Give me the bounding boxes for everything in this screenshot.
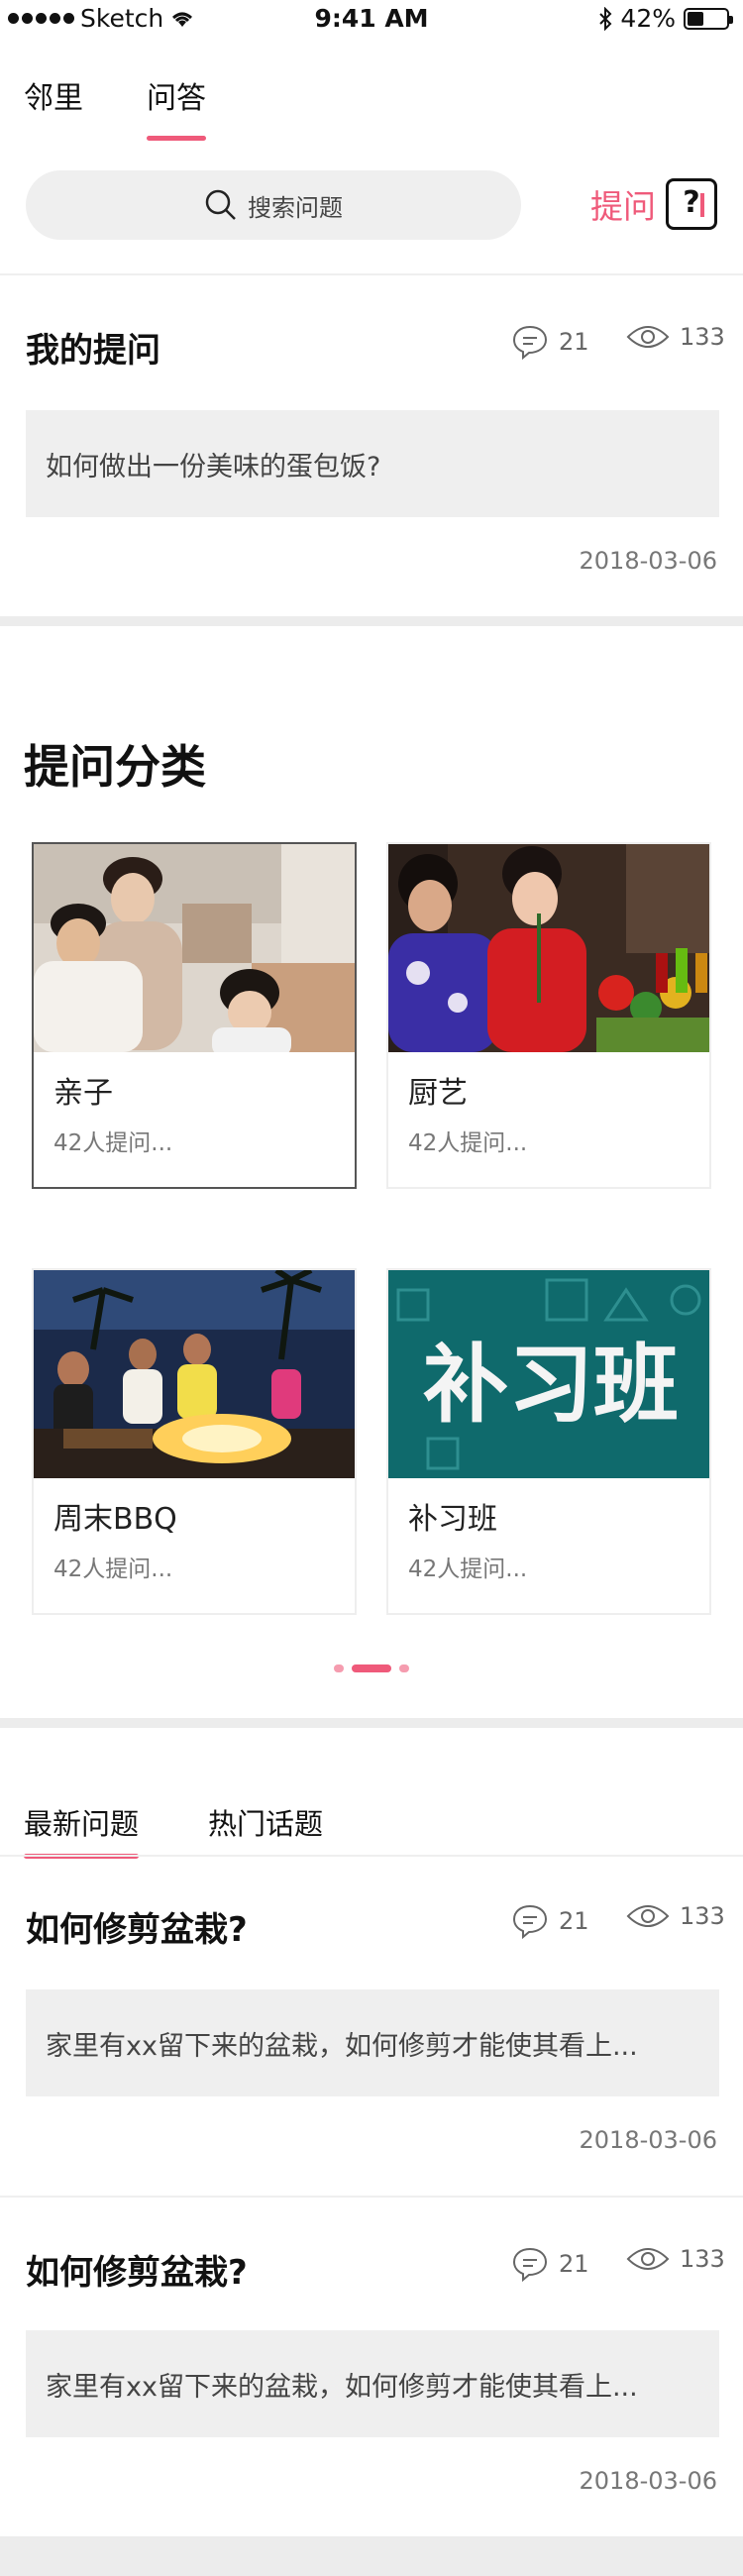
tutoring-image: 补习班 xyxy=(388,1270,709,1478)
category-section-title: 提问分类 xyxy=(24,740,206,794)
category-name: 补习班 xyxy=(408,1502,497,1537)
section-divider xyxy=(0,1718,743,1728)
carousel-pager[interactable] xyxy=(0,1664,743,1672)
category-count: 42人提问... xyxy=(408,1556,528,1582)
my-question-text[interactable]: 如何做出一份美味的蛋包饭? xyxy=(26,410,719,517)
pager-dot[interactable] xyxy=(334,1664,344,1672)
comment-count[interactable]: 21 xyxy=(511,323,589,361)
comment-count-label: 21 xyxy=(559,328,589,356)
search-placeholder: 搜索问题 xyxy=(248,193,343,222)
question-divider xyxy=(0,2196,743,2198)
question-date: 2018-03-06 xyxy=(579,2126,717,2154)
cooking-image xyxy=(388,844,709,1052)
category-name: 周末BBQ xyxy=(53,1502,177,1537)
tab-neighborhood[interactable]: 邻里 xyxy=(24,73,83,117)
ask-question-button[interactable]: 提问 ? xyxy=(590,178,717,230)
category-name: 厨艺 xyxy=(408,1076,468,1111)
question-date: 2018-03-06 xyxy=(579,2467,717,2495)
comment-icon xyxy=(512,325,548,361)
battery-percent: 42% xyxy=(620,4,676,33)
view-count: 133 xyxy=(626,2245,725,2273)
battery-fill xyxy=(688,11,703,26)
pager-dot[interactable] xyxy=(399,1664,409,1672)
my-question-date: 2018-03-06 xyxy=(579,547,717,575)
tutoring-image-text: 补习班 xyxy=(423,1336,679,1435)
comment-count-label: 21 xyxy=(559,1907,589,1935)
my-question-title: 我的提问 xyxy=(26,331,160,371)
bbq-image xyxy=(34,1270,355,1478)
view-count-label: 133 xyxy=(680,1902,725,1930)
tab-qa[interactable]: 问答 xyxy=(147,73,206,141)
question-mark-icon: ? xyxy=(666,178,717,230)
category-card-tutoring[interactable]: 补习班 补习班 42人提问... xyxy=(386,1268,711,1615)
pager-dot-active[interactable] xyxy=(352,1664,391,1672)
category-count: 42人提问... xyxy=(53,1556,173,1582)
view-count-label: 133 xyxy=(680,323,725,351)
question-text[interactable]: 家里有xx留下来的盆栽，如何修剪才能使其看上... xyxy=(26,1989,719,2096)
header-divider xyxy=(0,273,743,275)
parenting-image xyxy=(34,844,355,1052)
comment-icon xyxy=(512,1904,548,1940)
category-card-cooking[interactable]: 厨艺 42人提问... xyxy=(386,842,711,1189)
status-bar: Sketch 9:41 AM 42% xyxy=(0,0,743,40)
comment-count-label: 21 xyxy=(559,2250,589,2278)
comment-icon xyxy=(512,2247,548,2283)
status-right: 42% xyxy=(598,4,733,33)
eye-icon xyxy=(626,1905,670,1927)
search-icon xyxy=(205,189,236,220)
battery-icon xyxy=(684,7,733,30)
question-title[interactable]: 如何修剪盆栽? xyxy=(26,2245,248,2294)
feed-tabs-divider xyxy=(0,1855,743,1857)
category-count: 42人提问... xyxy=(408,1130,528,1156)
eye-icon xyxy=(626,326,670,348)
tab-hot-topics[interactable]: 热门话题 xyxy=(208,1801,323,1843)
category-count: 42人提问... xyxy=(53,1130,173,1156)
comment-count[interactable]: 21 xyxy=(511,2245,589,2283)
ask-label: 提问 xyxy=(590,187,656,226)
view-count: 133 xyxy=(626,1902,725,1930)
tab-latest[interactable]: 最新问题 xyxy=(24,1801,140,1859)
question-title[interactable]: 如何修剪盆栽? xyxy=(26,1902,248,1951)
search-bar[interactable]: 搜索问题 xyxy=(26,170,521,240)
section-divider xyxy=(0,616,743,626)
bluetooth-icon xyxy=(599,6,612,31)
category-card-parenting[interactable]: 亲子 42人提问... xyxy=(32,842,357,1189)
eye-icon xyxy=(626,2248,670,2270)
view-count: 133 xyxy=(626,323,725,351)
comment-count[interactable]: 21 xyxy=(511,1902,589,1940)
bottom-divider xyxy=(0,2536,743,2576)
category-name: 亲子 xyxy=(53,1076,113,1111)
view-count-label: 133 xyxy=(680,2245,725,2273)
question-text[interactable]: 家里有xx留下来的盆栽，如何修剪才能使其看上... xyxy=(26,2330,719,2437)
category-card-bbq[interactable]: 周末BBQ 42人提问... xyxy=(32,1268,357,1615)
